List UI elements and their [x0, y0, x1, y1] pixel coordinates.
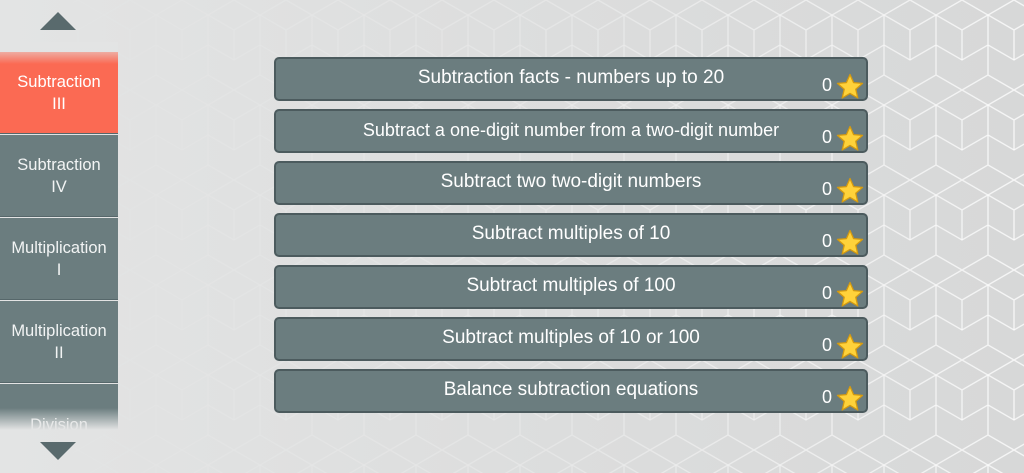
star-count: 0 — [821, 283, 832, 303]
star-count: 0 — [821, 387, 832, 407]
star-icon — [836, 125, 864, 151]
skill-row[interactable]: Subtraction facts - numbers up to 20 0 — [274, 57, 868, 101]
skill-row[interactable]: Subtract a one-digit number from a two-d… — [274, 109, 868, 153]
star-count: 0 — [821, 231, 832, 251]
star-icon — [836, 385, 864, 411]
star-icon — [836, 177, 864, 203]
skill-label: Subtract two two-digit numbers — [440, 171, 702, 192]
skill-row[interactable]: Subtract multiples of 10 or 100 0 — [274, 317, 868, 361]
sidebar-item-multiplication-i[interactable]: Multiplication I — [0, 218, 118, 300]
sidebar-item-label: Multiplication II — [11, 321, 107, 362]
star-count: 0 — [821, 335, 832, 355]
sidebar-item-label: Division — [30, 415, 88, 431]
scroll-down-button[interactable] — [40, 442, 76, 460]
star-count: 0 — [821, 75, 832, 95]
skill-row[interactable]: Balance subtraction equations 0 — [274, 369, 868, 413]
skill-row[interactable]: Subtract multiples of 100 0 — [274, 265, 868, 309]
skill-row[interactable]: Subtract multiples of 10 0 — [274, 213, 868, 257]
triangle-down-icon — [40, 442, 76, 460]
sidebar-item-label: Subtraction III — [17, 72, 101, 113]
sidebar-item-division[interactable]: Division — [0, 384, 118, 430]
scroll-up-button[interactable] — [40, 12, 76, 30]
skill-label: Balance subtraction equations — [443, 379, 699, 400]
sidebar-item-multiplication-ii[interactable]: Multiplication II — [0, 301, 118, 383]
skill-label: Subtract a one-digit number from a two-d… — [362, 120, 780, 140]
sidebar-item-subtraction-iii[interactable]: Subtraction III — [0, 52, 118, 134]
skill-label: Subtract multiples of 10 — [471, 223, 671, 244]
sidebar-item-label: Multiplication I — [11, 238, 107, 279]
star-icon — [836, 281, 864, 307]
triangle-up-icon — [40, 12, 76, 30]
star-icon — [836, 73, 864, 99]
star-icon — [836, 229, 864, 255]
star-count: 0 — [821, 127, 832, 147]
skill-row[interactable]: Subtract two two-digit numbers 0 — [274, 161, 868, 205]
skill-label: Subtract multiples of 10 or 100 — [442, 327, 700, 348]
sidebar-item-label: Subtraction IV — [17, 155, 101, 196]
sidebar-item-subtraction-iv[interactable]: Subtraction IV — [0, 135, 118, 217]
category-sidebar[interactable]: Subtraction III Subtraction IV Multiplic… — [0, 42, 118, 430]
star-icon — [836, 333, 864, 359]
skill-label: Subtraction facts - numbers up to 20 — [417, 67, 725, 88]
star-count: 0 — [821, 179, 832, 199]
skill-label: Subtract multiples of 100 — [466, 275, 676, 296]
